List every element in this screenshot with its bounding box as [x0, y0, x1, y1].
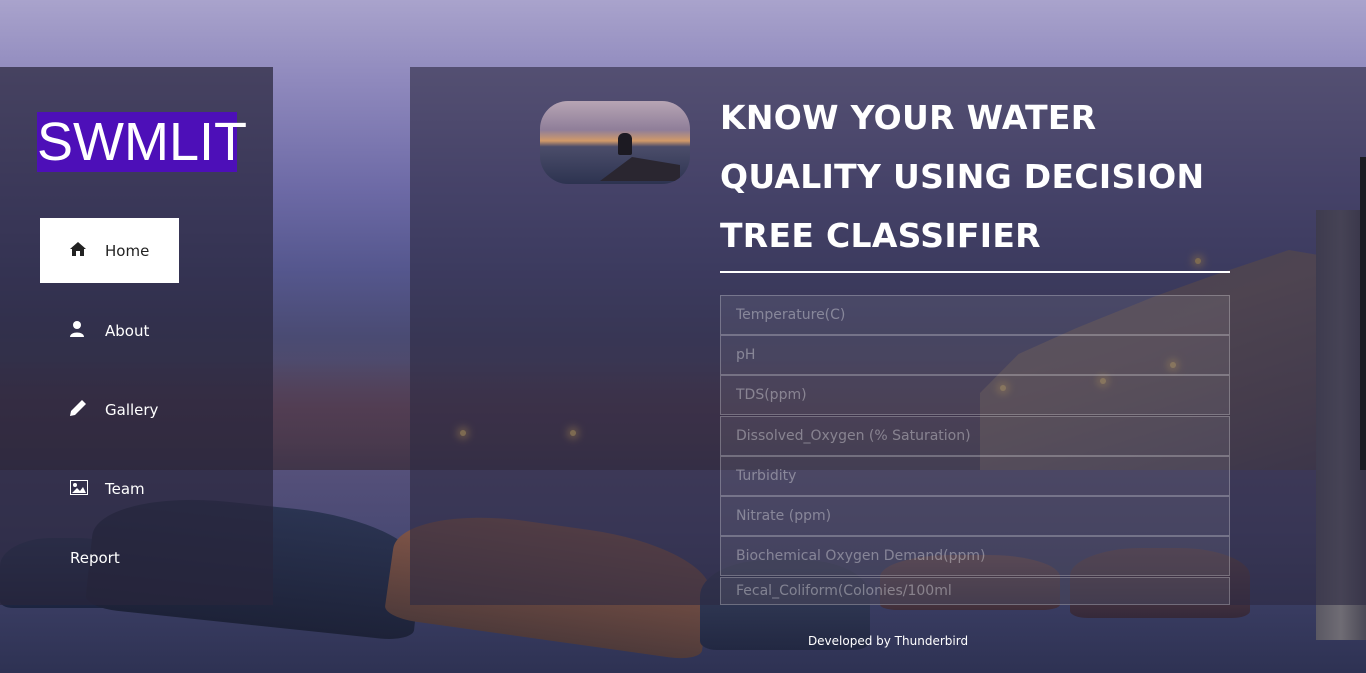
turbidity-input[interactable] [720, 456, 1230, 496]
sidebar-item-home[interactable]: Home [40, 218, 179, 283]
sidebar-item-label: Home [105, 241, 150, 260]
sidebar-item-gallery[interactable]: Gallery [40, 377, 179, 442]
image-icon [70, 479, 100, 498]
title-divider [720, 271, 1230, 273]
ph-input[interactable] [720, 335, 1230, 375]
title-line: TREE CLASSIFIER [720, 216, 1041, 255]
temperature-input[interactable] [720, 295, 1230, 335]
person-figure [618, 133, 632, 155]
sidebar-item-label: About [105, 321, 150, 340]
scrollbar[interactable] [1360, 157, 1366, 470]
boat-figure [600, 157, 680, 181]
home-icon [70, 242, 100, 259]
bod-input[interactable] [720, 536, 1230, 576]
tds-input[interactable] [720, 375, 1230, 415]
page-title: KNOW YOUR WATER QUALITY USING DECISION T… [720, 88, 1240, 265]
sidebar-item-label: Gallery [105, 400, 159, 419]
pencil-icon [70, 400, 100, 419]
title-line: QUALITY USING DECISION [720, 157, 1205, 196]
nitrate-input[interactable] [720, 496, 1230, 536]
sidebar-item-label: Team [105, 479, 145, 498]
fecal-coliform-input[interactable] [720, 577, 1230, 605]
sidebar-item-about[interactable]: About [40, 298, 179, 363]
hero-image [540, 101, 690, 184]
sidebar-item-report[interactable]: Report [70, 549, 120, 567]
title-line: KNOW YOUR WATER [720, 98, 1097, 137]
dissolved-oxygen-input[interactable] [720, 416, 1230, 456]
user-icon [70, 321, 100, 340]
footer-credit: Developed by Thunderbird [807, 634, 969, 648]
brand-logo[interactable]: SWMLIT [37, 112, 247, 172]
sidebar-item-team[interactable]: Team [40, 456, 179, 521]
